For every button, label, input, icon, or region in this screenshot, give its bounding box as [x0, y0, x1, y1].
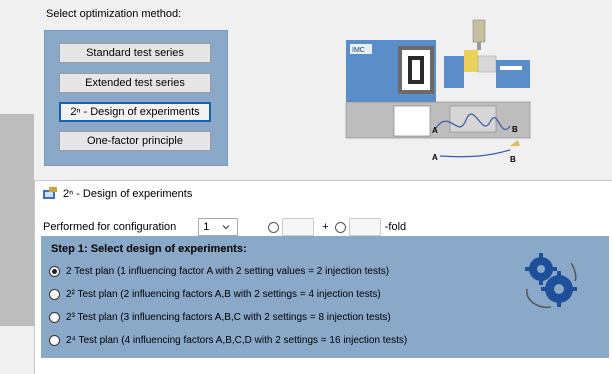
test-plan-option-4[interactable]: 2⁴ Test plan (4 influencing factors A,B,… — [49, 335, 407, 346]
fold-label: -fold — [384, 221, 407, 233]
marker-a2-text: A — [432, 153, 438, 162]
window-icon — [43, 187, 57, 199]
side-scroll-region — [0, 114, 34, 326]
radio-unselected[interactable] — [49, 289, 60, 300]
fold-input[interactable] — [348, 218, 381, 236]
test-plan-label-2: 2² Test plan (2 influencing factors A,B … — [66, 289, 381, 300]
test-plan-label-4: 2⁴ Test plan (4 influencing factors A,B,… — [66, 335, 408, 346]
machine-illustration: IMC A B A B — [345, 19, 531, 164]
plus-label: + — [322, 221, 329, 233]
config-label: Performed for configuration — [43, 221, 177, 233]
chevron-down-icon — [222, 225, 230, 230]
step1-panel: Step 1: Select design of experiments: 2 … — [41, 236, 609, 358]
test-plan-label-1: 2 Test plan (1 influencing factor A with… — [66, 266, 390, 277]
step1-title: Step 1: Select design of experiments: — [51, 243, 247, 255]
design-of-experiments-button[interactable]: 2ⁿ - Design of experiments — [59, 102, 211, 122]
marker-b2-text: B — [510, 155, 516, 164]
marker-a-text: A — [432, 126, 438, 135]
extended-test-series-button[interactable]: Extended test series — [59, 73, 211, 93]
method-label: Select optimization method: — [46, 8, 182, 20]
test-plan-label-3: 2³ Test plan (3 influencing factors A,B,… — [66, 312, 391, 323]
config-combobox[interactable]: 1 — [198, 218, 239, 236]
radio-selected[interactable] — [49, 266, 60, 277]
test-plan-option-3[interactable]: 2³ Test plan (3 influencing factors A,B,… — [49, 312, 391, 323]
option-radio-count[interactable] — [268, 221, 280, 233]
marker-b-text: B — [512, 125, 518, 134]
standard-test-series-button[interactable]: Standard test series — [59, 43, 211, 63]
config-row: Performed for configuration 1 + -fold — [43, 218, 406, 236]
doe-dialog: 2ⁿ - Design of experiments Performed for… — [34, 180, 612, 374]
test-plan-option-2[interactable]: 2² Test plan (2 influencing factors A,B … — [49, 289, 381, 300]
dialog-title-row: 2ⁿ - Design of experiments — [43, 187, 192, 200]
config-value: 1 — [203, 221, 210, 233]
test-plan-option-1[interactable]: 2 Test plan (1 influencing factor A with… — [49, 266, 389, 277]
option-radio-fold[interactable] — [334, 221, 346, 233]
machine-brand-text: IMC — [352, 47, 365, 54]
count-input[interactable] — [282, 218, 315, 236]
radio-unselected[interactable] — [49, 335, 60, 346]
radio-unselected[interactable] — [49, 312, 60, 323]
dialog-title: 2ⁿ - Design of experiments — [63, 187, 193, 200]
one-factor-principle-button[interactable]: One-factor principle — [59, 131, 211, 151]
method-panel: Standard test series Extended test serie… — [44, 30, 228, 166]
gears-icon — [525, 253, 577, 309]
